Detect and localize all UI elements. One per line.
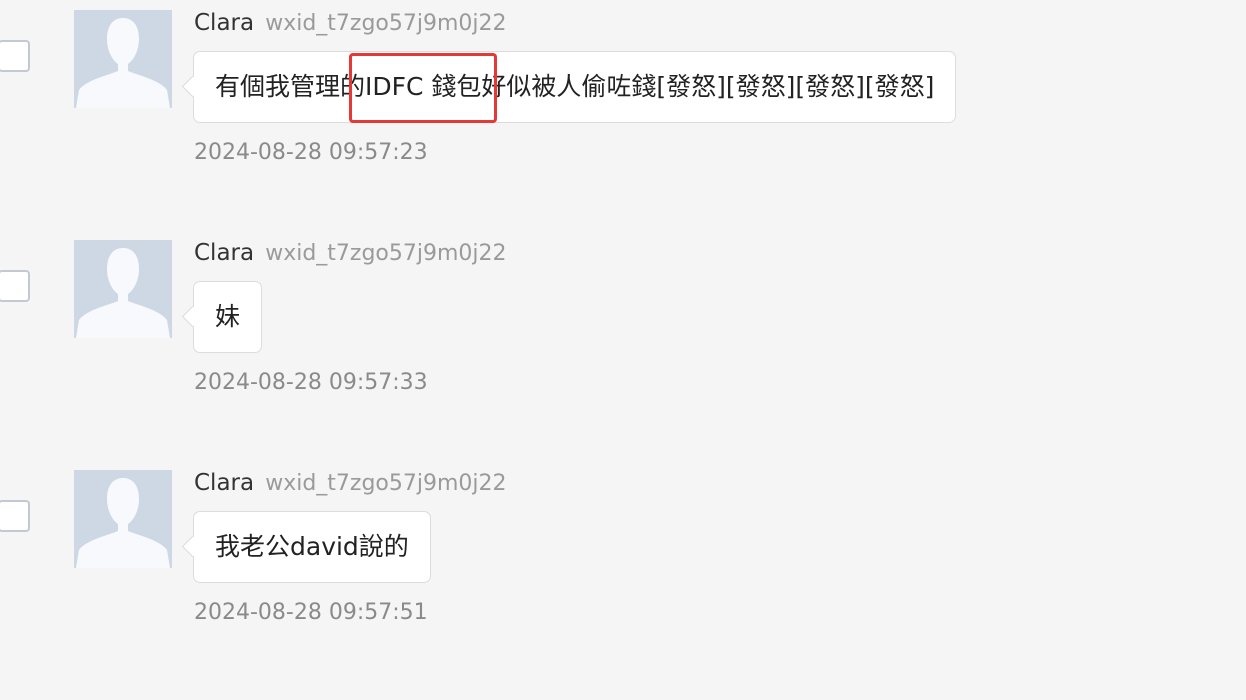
- user-silhouette-icon: [76, 478, 170, 568]
- select-checkbox[interactable]: [0, 500, 30, 532]
- message-item: Clara wxid_t7zgo57j9m0j22 妹 2024-08-28 0…: [0, 240, 1246, 470]
- sender-line: Clara wxid_t7zgo57j9m0j22: [194, 238, 507, 268]
- select-checkbox[interactable]: [0, 40, 30, 72]
- select-checkbox[interactable]: [0, 270, 30, 302]
- avatar[interactable]: [74, 470, 172, 568]
- sender-id: wxid_t7zgo57j9m0j22: [265, 241, 507, 266]
- highlight-annotation-box: [349, 53, 497, 123]
- avatar[interactable]: [74, 240, 172, 338]
- sender-id: wxid_t7zgo57j9m0j22: [265, 11, 507, 36]
- message-item: Clara wxid_t7zgo57j9m0j22 我老公david說的 202…: [0, 470, 1246, 700]
- sender-name: Clara: [194, 10, 255, 36]
- sender-id: wxid_t7zgo57j9m0j22: [265, 471, 507, 496]
- message-bubble: 有個我管理的IDFC 錢包好似被人偷咗錢[發怒][發怒][發怒][發怒]: [193, 51, 957, 123]
- message-timestamp: 2024-08-28 09:57:33: [194, 370, 428, 395]
- message-bubble: 我老公david說的: [193, 511, 431, 583]
- sender-line: Clara wxid_t7zgo57j9m0j22: [194, 468, 507, 498]
- user-silhouette-icon: [76, 18, 170, 108]
- sender-line: Clara wxid_t7zgo57j9m0j22: [194, 8, 507, 38]
- sender-name: Clara: [194, 470, 255, 496]
- avatar[interactable]: [74, 10, 172, 108]
- message-bubble: 妹: [193, 281, 263, 353]
- message-item: Clara wxid_t7zgo57j9m0j22 有個我管理的IDFC 錢包好…: [0, 10, 1246, 240]
- message-timestamp: 2024-08-28 09:57:23: [194, 140, 428, 165]
- message-timestamp: 2024-08-28 09:57:51: [194, 600, 428, 625]
- user-silhouette-icon: [76, 248, 170, 338]
- sender-name: Clara: [194, 240, 255, 266]
